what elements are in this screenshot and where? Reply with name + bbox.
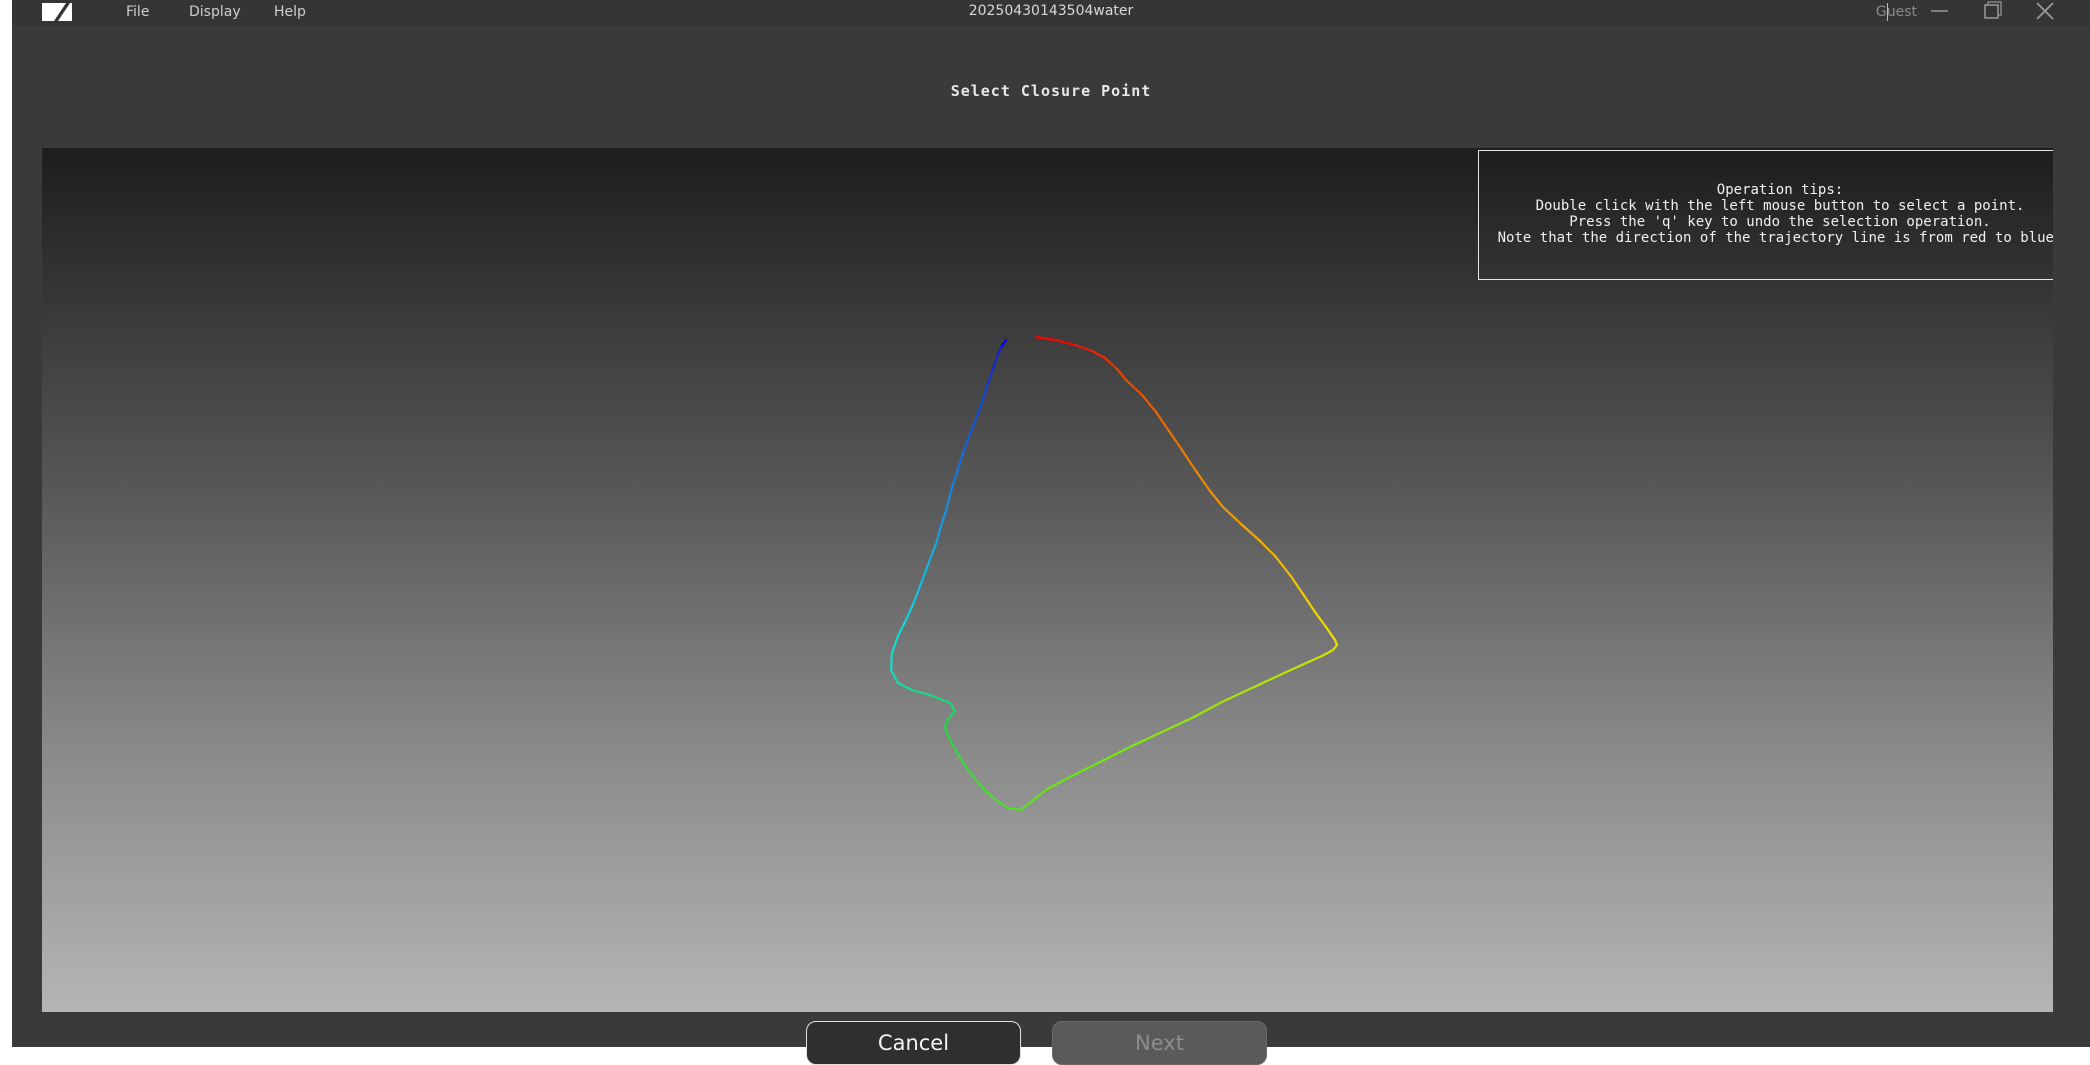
- trajectory-segment[interactable]: [1115, 367, 1129, 383]
- trajectory-segment[interactable]: [1273, 554, 1292, 577]
- trajectory-viewport[interactable]: Operation tips: Double click with the le…: [42, 148, 2053, 1012]
- trajectory-segment[interactable]: [1090, 349, 1107, 360]
- window-title: 20250430143504water: [968, 3, 1134, 19]
- trajectory-segment[interactable]: [953, 747, 966, 766]
- trajectory-segment[interactable]: [944, 493, 952, 513]
- trajectory-segment[interactable]: [1280, 662, 1306, 676]
- divider: [1887, 3, 1888, 21]
- trajectory-segment[interactable]: [981, 381, 990, 401]
- trajectory-segment[interactable]: [1194, 469, 1212, 493]
- trajectory-segment[interactable]: [896, 618, 908, 638]
- trajectory-segment[interactable]: [1250, 672, 1284, 690]
- tips-line-undo: Press the 'q' key to undo the selection …: [1569, 214, 1991, 230]
- trajectory-segment[interactable]: [889, 668, 900, 685]
- trajectory-segment[interactable]: [948, 701, 957, 713]
- trajectory-segment[interactable]: [934, 524, 943, 546]
- trajectory-segment[interactable]: [1028, 787, 1049, 805]
- trajectory-segment[interactable]: [1073, 343, 1094, 353]
- trajectory-segment[interactable]: [968, 414, 979, 436]
- trajectory-segment[interactable]: [1154, 410, 1171, 433]
- trajectory-segment[interactable]: [943, 716, 951, 728]
- trajectory-segment[interactable]: [890, 634, 900, 655]
- trajectory-segment[interactable]: [952, 464, 961, 483]
- tips-line-select: Double click with the left mouse button …: [1535, 198, 2025, 214]
- trajectory-segment[interactable]: [920, 560, 931, 583]
- trajectory-segment[interactable]: [1167, 429, 1184, 452]
- trajectory-segment[interactable]: [975, 397, 985, 418]
- trajectory-segment[interactable]: [996, 344, 1004, 356]
- trajectory-segment[interactable]: [1208, 489, 1225, 509]
- trajectory-segment[interactable]: [1257, 538, 1277, 558]
- trajectory-segment[interactable]: [1053, 338, 1077, 347]
- trajectory-segment[interactable]: [1100, 744, 1134, 763]
- trajectory-segment[interactable]: [1324, 625, 1337, 642]
- trajectory-segment[interactable]: [983, 788, 998, 802]
- trajectory-segment[interactable]: [1239, 522, 1261, 542]
- trajectory-segment[interactable]: [1034, 335, 1057, 342]
- tips-heading: Operation tips:: [1716, 182, 1844, 198]
- trajectory-segment[interactable]: [910, 688, 932, 697]
- trajectory-segment[interactable]: [1140, 393, 1158, 414]
- trajectory-segment[interactable]: [1313, 610, 1328, 629]
- cancel-button[interactable]: Cancel: [806, 1021, 1021, 1065]
- close-icon[interactable]: [2025, 0, 2065, 24]
- trajectory-segment[interactable]: [986, 367, 995, 385]
- dialog-title: Select Closure Point: [950, 82, 1152, 100]
- trajectory-segment[interactable]: [946, 734, 957, 751]
- trajectory-segment[interactable]: [889, 651, 894, 672]
- trajectory-segment[interactable]: [991, 352, 1000, 371]
- trajectory-segment[interactable]: [1045, 774, 1074, 791]
- trajectory-segment[interactable]: [1070, 759, 1104, 778]
- trajectory-segment[interactable]: [1301, 592, 1317, 614]
- title-bar: File Display Help 20250430143504water Gu…: [12, 0, 2090, 26]
- trajectory-segment[interactable]: [994, 798, 1010, 810]
- tips-line-direction: Note that the direction of the trajector…: [1497, 230, 2053, 246]
- trajectory-segment[interactable]: [904, 600, 916, 622]
- trajectory-segment[interactable]: [962, 762, 976, 780]
- next-button[interactable]: Next: [1052, 1021, 1267, 1065]
- trajectory-segment[interactable]: [912, 579, 924, 604]
- trajectory-segment[interactable]: [1160, 716, 1194, 734]
- trajectory-segment[interactable]: [1220, 686, 1254, 704]
- trajectory-segment[interactable]: [972, 776, 987, 792]
- trajectory-segment[interactable]: [1320, 648, 1335, 658]
- trajectory-segment[interactable]: [1130, 730, 1164, 748]
- trajectory-segment[interactable]: [948, 479, 956, 497]
- operation-tips-panel: Operation tips: Double click with the le…: [1478, 150, 2053, 280]
- trajectory-segment[interactable]: [1000, 338, 1008, 348]
- maximize-icon[interactable]: [1972, 0, 2012, 24]
- trajectory-segment[interactable]: [962, 432, 972, 452]
- trajectory-segment[interactable]: [1221, 505, 1243, 526]
- trajectory-segment[interactable]: [943, 724, 950, 738]
- trajectory-segment[interactable]: [1006, 806, 1022, 812]
- trajectory-segment[interactable]: [947, 709, 957, 720]
- trajectory-segment[interactable]: [928, 693, 952, 705]
- trajectory-segment[interactable]: [1190, 700, 1224, 720]
- minimize-icon[interactable]: [1919, 0, 1959, 24]
- trajectory-segment[interactable]: [1103, 356, 1119, 371]
- trajectory-segment[interactable]: [896, 681, 914, 692]
- trajectory-segment[interactable]: [1018, 801, 1032, 812]
- trajectory-segment[interactable]: [1288, 573, 1305, 596]
- trajectory-segment[interactable]: [939, 509, 948, 528]
- trajectory-segment[interactable]: [1302, 654, 1324, 666]
- trajectory-segment[interactable]: [1180, 448, 1198, 473]
- trajectory-segment[interactable]: [927, 542, 938, 564]
- trajectory-segment[interactable]: [1125, 379, 1144, 397]
- app-window: File Display Help 20250430143504water Gu…: [12, 0, 2090, 1065]
- user-label[interactable]: Guest: [1876, 4, 1917, 20]
- trajectory-segment[interactable]: [957, 448, 966, 468]
